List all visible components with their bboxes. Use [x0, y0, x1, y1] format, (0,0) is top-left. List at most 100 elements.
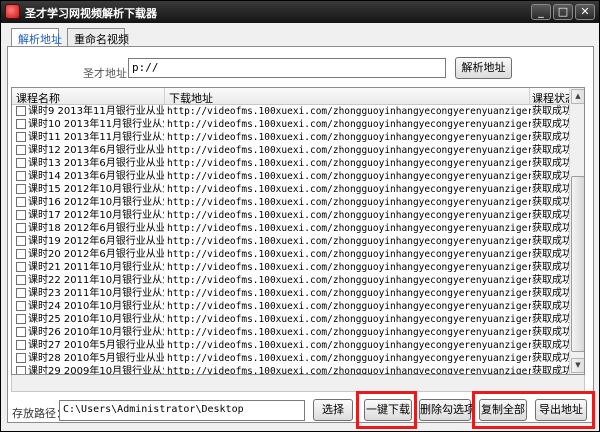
scrollbar-thumb[interactable] — [571, 176, 584, 352]
row-checkbox[interactable] — [16, 184, 26, 194]
table-row[interactable]: 课时12 2013年6月银行业从业... http://videofms.100x… — [12, 144, 569, 157]
download-url-cell: http://videofms.100xuexi.com/zhongguoyin… — [167, 314, 531, 325]
table-row[interactable]: 课时11 2013年11月银行业从业...http://videofms.100… — [12, 131, 569, 144]
status-cell: 获取成功 — [532, 223, 569, 234]
course-name-cell: 课时29 2009年10月银行业从业... — [28, 366, 164, 375]
download-url-cell: http://videofms.100xuexi.com/zhongguoyin… — [167, 184, 531, 195]
row-checkbox[interactable] — [16, 301, 26, 311]
table-row[interactable]: 课时28 2010年5月银行业从业... http://videofms.100x… — [12, 352, 569, 365]
download-url-cell: http://videofms.100xuexi.com/zhongguoyin… — [167, 132, 531, 143]
remove-checked-button[interactable]: 删除勾选项 — [419, 399, 475, 421]
row-checkbox[interactable] — [16, 106, 26, 116]
table-row[interactable]: 课时13 2013年6月银行业从业... http://videofms.100x… — [12, 157, 569, 170]
download-url-cell: http://videofms.100xuexi.com/zhongguoyin… — [167, 145, 531, 156]
row-checkbox[interactable] — [16, 288, 26, 298]
status-cell: 获取成功 — [532, 210, 569, 221]
table-row[interactable]: 课时21 2011年10月银行业从业...http://videofms.100… — [12, 261, 569, 274]
table-row[interactable]: 课时19 2012年6月银行业从业... http://videofms.100x… — [12, 235, 569, 248]
table-row[interactable]: 课时22 2011年10月银行业从业...http://videofms.100… — [12, 274, 569, 287]
url-input[interactable]: p:// — [128, 58, 446, 78]
course-list: 课程名称 下载地址 课程状态 课时9 2013年11月银行业从业... http:… — [11, 87, 585, 375]
title-bar[interactable]: 圣才学习网视频解析下载器 _ □ ✕ — [1, 1, 599, 23]
row-checkbox[interactable] — [16, 327, 26, 337]
maximize-button[interactable]: □ — [553, 4, 573, 20]
table-row[interactable]: 课时25 2010年10月银行业从业...http://videofms.100… — [12, 313, 569, 326]
table-row[interactable]: 课时9 2013年11月银行业从业... http://videofms.100x… — [12, 105, 569, 118]
list-header: 课程名称 下载地址 课程状态 — [12, 88, 576, 106]
close-button[interactable]: ✕ — [575, 4, 595, 20]
table-row[interactable]: 课时23 2011年10月银行业从业...http://videofms.100… — [12, 287, 569, 300]
download-url-cell: http://videofms.100xuexi.com/zhongguoyin… — [167, 171, 531, 182]
url-label: 圣才地址 — [83, 67, 127, 80]
course-name-cell: 课时12 2013年6月银行业从业... — [28, 145, 164, 156]
row-checkbox[interactable] — [16, 171, 26, 181]
row-checkbox[interactable] — [16, 262, 26, 272]
status-cell: 获取成功 — [532, 262, 569, 273]
row-checkbox[interactable] — [16, 132, 26, 142]
row-checkbox[interactable] — [16, 223, 26, 233]
download-url-cell: http://videofms.100xuexi.com/zhongguoyin… — [167, 288, 531, 299]
row-checkbox[interactable] — [16, 275, 26, 285]
status-cell: 获取成功 — [532, 119, 569, 130]
download-url-cell: http://videofms.100xuexi.com/zhongguoyin… — [167, 236, 531, 247]
row-checkbox[interactable] — [16, 314, 26, 324]
status-cell: 获取成功 — [532, 158, 569, 169]
status-cell: 获取成功 — [532, 145, 569, 156]
download-url-cell: http://videofms.100xuexi.com/zhongguoyin… — [167, 262, 531, 273]
row-checkbox[interactable] — [16, 210, 26, 220]
download-url-cell: http://videofms.100xuexi.com/zhongguoyin… — [167, 249, 531, 260]
scroll-down-arrow-icon[interactable]: ▼ — [571, 358, 584, 373]
download-url-cell: http://videofms.100xuexi.com/zhongguoyin… — [167, 353, 531, 364]
download-url-cell: http://videofms.100xuexi.com/zhongguoyin… — [167, 223, 531, 234]
table-row[interactable]: 课时14 2013年6月银行业从业... http://videofms.100x… — [12, 170, 569, 183]
status-cell: 获取成功 — [532, 171, 569, 182]
choose-folder-button[interactable]: 选择 — [313, 399, 353, 421]
row-checkbox[interactable] — [16, 145, 26, 155]
tab-rename-video[interactable]: 重命名视频 — [67, 28, 129, 46]
table-row[interactable]: 课时10 2013年11月银行业从业...http://videofms.100… — [12, 118, 569, 131]
tab-parse-address[interactable]: 解析地址 — [11, 28, 62, 47]
horizontal-scrollbar[interactable] — [11, 375, 585, 392]
table-row[interactable]: 课时24 2010年10月银行业从业...http://videofms.100… — [12, 300, 569, 313]
save-path-input[interactable]: C:\Users\Administrator\Desktop — [59, 400, 305, 421]
table-row[interactable]: 课时26 2010年10月银行业从业...http://videofms.100… — [12, 326, 569, 339]
row-checkbox[interactable] — [16, 236, 26, 246]
table-row[interactable]: 课时17 2012年10月银行业从业...http://videofms.100… — [12, 209, 569, 222]
course-name-cell: 课时26 2010年10月银行业从业... — [28, 327, 164, 338]
row-checkbox[interactable] — [16, 366, 26, 374]
download-url-cell: http://videofms.100xuexi.com/zhongguoyin… — [167, 275, 531, 286]
download-url-cell: http://videofms.100xuexi.com/zhongguoyin… — [167, 366, 531, 375]
status-cell: 获取成功 — [532, 366, 569, 375]
highlight-box-download — [356, 391, 417, 429]
parse-address-button[interactable]: 解析地址 — [455, 57, 512, 79]
table-row[interactable]: 课时15 2012年10月银行业从业...http://videofms.100… — [12, 183, 569, 196]
course-name-cell: 课时28 2010年5月银行业从业... — [28, 353, 164, 364]
row-checkbox[interactable] — [16, 353, 26, 363]
scroll-up-arrow-icon[interactable]: ▲ — [571, 89, 584, 104]
download-url-cell: http://videofms.100xuexi.com/zhongguoyin… — [167, 197, 531, 208]
download-url-cell: http://videofms.100xuexi.com/zhongguoyin… — [167, 210, 531, 221]
table-row[interactable]: 课时29 2009年10月银行业从业...http://videofms.100… — [12, 365, 569, 375]
course-name-cell: 课时22 2011年10月银行业从业... — [28, 275, 164, 286]
status-cell: 获取成功 — [532, 340, 569, 351]
table-row[interactable]: 课时18 2012年6月银行业从业... http://videofms.100x… — [12, 222, 569, 235]
list-rows: 课时9 2013年11月银行业从业... http://videofms.100x… — [12, 105, 569, 375]
row-checkbox[interactable] — [16, 249, 26, 259]
vertical-scrollbar[interactable]: ▲ ▼ — [569, 88, 584, 374]
status-cell: 获取成功 — [532, 288, 569, 299]
table-row[interactable]: 课时20 2012年6月银行业从业... http://videofms.100x… — [12, 248, 569, 261]
table-row[interactable]: 课时27 2010年5月银行业从业... http://videofms.100x… — [12, 339, 569, 352]
row-checkbox[interactable] — [16, 158, 26, 168]
row-checkbox[interactable] — [16, 340, 26, 350]
row-checkbox[interactable] — [16, 197, 26, 207]
course-name-cell: 课时21 2011年10月银行业从业... — [28, 262, 164, 273]
table-row[interactable]: 课时16 2012年10月银行业从业...http://videofms.100… — [12, 196, 569, 209]
column-header-course-name[interactable]: 课程名称 — [16, 90, 60, 106]
row-checkbox[interactable] — [16, 119, 26, 129]
column-divider[interactable] — [164, 88, 165, 105]
course-name-cell: 课时17 2012年10月银行业从业... — [28, 210, 164, 221]
download-url-cell: http://videofms.100xuexi.com/zhongguoyin… — [167, 158, 531, 169]
minimize-button[interactable]: _ — [531, 4, 551, 20]
column-divider[interactable] — [529, 88, 530, 105]
column-header-download-url[interactable]: 下载地址 — [169, 90, 213, 106]
